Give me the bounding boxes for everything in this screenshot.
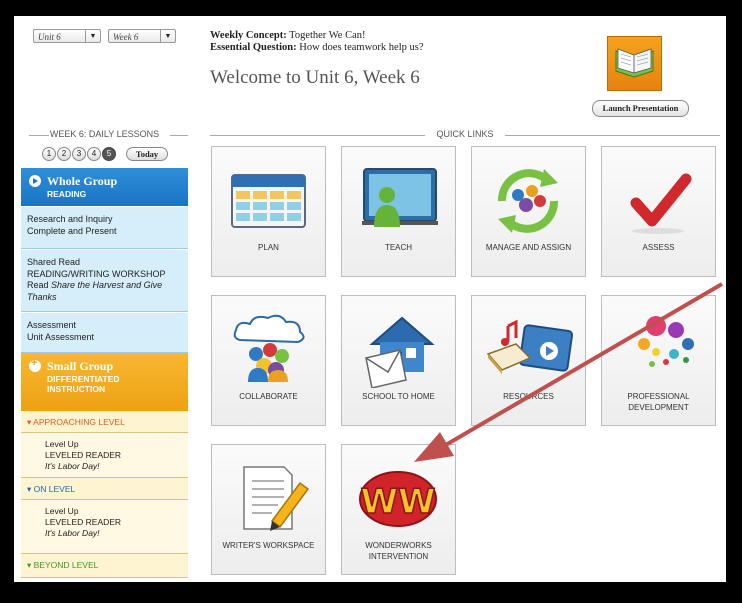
tile-label: TEACH — [384, 243, 413, 252]
question-value: How does teamwork help us? — [299, 42, 424, 53]
concept-value: Together We Can! — [289, 30, 366, 41]
app-window: Unit 6 ▼ Week 6 ▼ Weekly Concept: Togeth… — [14, 16, 726, 582]
small-group-title: Small Group — [47, 359, 114, 373]
tile-label: PLAN — [258, 243, 279, 252]
item-title: Assessment — [27, 320, 77, 330]
small-group-subtitle: DIFFERENTIATED INSTRUCTION — [47, 374, 120, 394]
open-book-icon[interactable] — [607, 36, 662, 91]
whole-group-title: Whole Group — [47, 174, 118, 188]
tile-label: WRITER'S WORKSPACE — [222, 541, 315, 550]
launch-presentation-button[interactable]: Launch Presentation — [592, 100, 689, 117]
item-detail: READING/WRITING WORKSHOP — [27, 268, 166, 279]
day-1-button[interactable]: 1 — [42, 147, 56, 161]
concept-label: Weekly Concept: — [210, 30, 287, 41]
on-level-item[interactable]: Level Up LEVELED READER It's Labor Day! — [21, 500, 188, 554]
level-heading: BEYOND LEVEL — [33, 560, 99, 570]
level-heading: APPROACHING LEVEL — [33, 417, 125, 427]
divider — [170, 135, 188, 136]
whiteboard-teacher-icon — [362, 168, 438, 227]
wonderworks-intervention-tile[interactable]: WW WONDERWORKS INTERVENTION — [341, 444, 456, 575]
play-circle-icon — [29, 175, 41, 187]
divider — [210, 135, 425, 136]
week-select-value: Week 6 — [113, 32, 139, 42]
sidebar-item-assessment[interactable]: Assessment Unit Assessment — [21, 312, 188, 353]
on-level-toggle[interactable]: ▾ ON LEVEL — [21, 478, 188, 500]
level-item-title: Level Up — [45, 506, 79, 516]
tile-label: ASSESS — [642, 243, 675, 252]
day-5-button[interactable]: 5 — [102, 147, 116, 161]
daily-lessons-header: WEEK 6: DAILY LESSONS — [21, 129, 188, 139]
tile-label: MANAGE AND ASSIGN — [485, 243, 572, 252]
plus-circle-icon — [29, 357, 41, 372]
divider — [505, 135, 720, 136]
colored-dots-icon — [638, 316, 694, 367]
sidebar-item-research[interactable]: Research and Inquiry Complete and Presen… — [21, 206, 188, 249]
item-book-title: Thanks — [27, 291, 57, 302]
plan-tile[interactable]: PLAN — [211, 146, 326, 277]
calendar-icon — [231, 174, 306, 228]
level-heading: ON LEVEL — [33, 484, 76, 494]
level-item-book: It's Labor Day! — [45, 528, 100, 538]
item-detail: Unit Assessment — [27, 331, 95, 342]
manage-and-assign-tile[interactable]: MANAGE AND ASSIGN — [471, 146, 586, 277]
tile-label: WONDERWORKS INTERVENTION — [365, 541, 432, 561]
cloud-people-icon — [233, 314, 305, 382]
recycle-people-icon — [497, 169, 559, 233]
media-book-icon — [486, 319, 574, 374]
quick-links-header: QUICK LINKS — [210, 129, 720, 139]
beyond-level-toggle[interactable]: ▾ BEYOND LEVEL — [21, 554, 188, 578]
approaching-level-toggle[interactable]: ▾ APPROACHING LEVEL — [21, 411, 188, 433]
assess-tile[interactable]: ASSESS — [601, 146, 716, 277]
item-book-title: Share the Harvest and Give — [51, 280, 163, 290]
teach-tile[interactable]: TEACH — [341, 146, 456, 277]
level-item-type: LEVELED READER — [45, 517, 122, 527]
tile-label: COLLABORATE — [239, 392, 298, 401]
level-item-book: It's Labor Day! — [45, 461, 100, 471]
checkmark-icon — [630, 173, 692, 234]
unit-select-value: Unit 6 — [38, 32, 61, 42]
resources-tile[interactable]: RESOURCES — [471, 295, 586, 426]
item-detail: Read — [27, 280, 52, 290]
lessons-sidebar: Whole Group READING Research and Inquiry… — [21, 168, 188, 578]
item-detail: Complete and Present — [27, 225, 117, 236]
whole-group-header[interactable]: Whole Group READING — [21, 168, 188, 206]
small-group-subtitle-line2: INSTRUCTION — [47, 384, 106, 394]
wonderworks-logo-icon: WW — [359, 471, 437, 527]
question-label: Essential Question: — [210, 42, 297, 53]
day-4-button[interactable]: 4 — [87, 147, 101, 161]
svg-text:WW: WW — [360, 482, 435, 522]
unit-select[interactable]: Unit 6 ▼ — [33, 29, 101, 43]
item-title: Shared Read — [27, 257, 81, 267]
professional-development-tile[interactable]: PROFESSIONAL DEVELOPMENT — [601, 295, 716, 426]
school-to-home-tile[interactable]: SCHOOL TO HOME — [341, 295, 456, 426]
writers-workspace-tile[interactable]: WRITER'S WORKSPACE — [211, 444, 326, 575]
collaborate-tile[interactable]: COLLABORATE — [211, 295, 326, 426]
week-select[interactable]: Week 6 ▼ — [108, 29, 176, 43]
daily-lessons-heading: WEEK 6: DAILY LESSONS — [49, 129, 160, 139]
tile-label: SCHOOL TO HOME — [362, 392, 435, 401]
paper-pencil-icon — [243, 466, 310, 531]
today-button[interactable]: Today — [126, 147, 168, 161]
sidebar-item-shared-read[interactable]: Shared Read READING/WRITING WORKSHOP Rea… — [21, 249, 188, 312]
level-item-type: LEVELED READER — [45, 450, 122, 460]
chevron-down-icon: ▼ — [85, 30, 100, 42]
tile-label: PROFESSIONAL DEVELOPMENT — [627, 392, 690, 412]
house-envelope-icon — [365, 316, 435, 388]
chevron-down-icon: ▼ — [160, 30, 175, 42]
approaching-level-item[interactable]: Level Up LEVELED READER It's Labor Day! — [21, 433, 188, 478]
tile-label: RESOURCES — [503, 392, 554, 401]
day-2-button[interactable]: 2 — [57, 147, 71, 161]
small-group-subtitle-line1: DIFFERENTIATED — [47, 374, 120, 384]
level-item-title: Level Up — [45, 439, 79, 449]
whole-group-subtitle: READING — [47, 189, 87, 199]
weekly-info: Weekly Concept: Together We Can! Essenti… — [210, 30, 424, 54]
day-3-button[interactable]: 3 — [72, 147, 86, 161]
page-title: Welcome to Unit 6, Week 6 — [210, 67, 420, 88]
quick-links-heading: QUICK LINKS — [436, 129, 494, 139]
divider — [29, 135, 49, 136]
small-group-header[interactable]: Small Group DIFFERENTIATEDINSTRUCTION — [21, 353, 188, 411]
item-title: Research and Inquiry — [27, 214, 113, 224]
